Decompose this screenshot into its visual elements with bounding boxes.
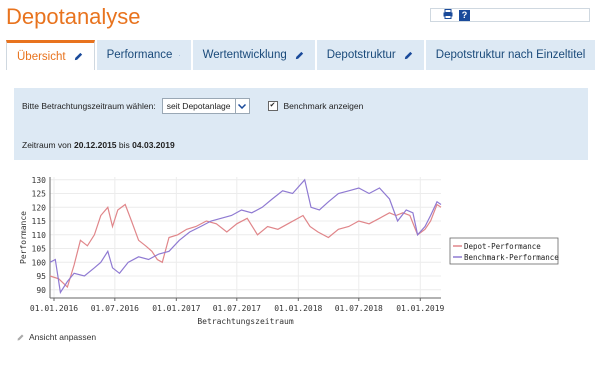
benchmark-label: Benchmark anzeigen [283, 101, 364, 111]
help-icon-glyph: ? [461, 10, 468, 20]
chevron-down-icon[interactable] [234, 99, 249, 113]
y-tick-label: 130 [32, 176, 47, 185]
filter-row: Bitte Betrachtungszeitraum wählen: seit … [22, 98, 363, 114]
y-tick-label: 115 [32, 217, 47, 226]
adjust-label: Ansicht anpassen [29, 332, 97, 342]
y-tick-label: 125 [32, 190, 47, 199]
x-tick-label: 01.01.2018 [274, 304, 322, 313]
y-axis-label: Performance [19, 211, 28, 264]
legend-label: Depot-Performance [464, 242, 541, 251]
y-tick-label: 110 [32, 231, 47, 240]
performance-chart: 90 95 100 105 110 115 120 125 130 01.01.2016 01.07… [19, 176, 559, 326]
printer-icon[interactable] [443, 6, 453, 24]
range-from: 20.12.2015 [73, 140, 117, 150]
range-to: 04.03.2019 [132, 140, 175, 150]
y-tick-label: 95 [36, 272, 46, 281]
pencil-icon[interactable] [294, 50, 305, 61]
tab-label: Depotstruktur [326, 49, 396, 61]
y-tick-label: 120 [32, 203, 47, 212]
x-tick-label: 01.07.2018 [335, 304, 383, 313]
tab-uebersicht[interactable]: Übersicht [6, 40, 95, 70]
range-mid: bis [118, 140, 130, 150]
tab-performance[interactable]: Performance [96, 40, 191, 70]
tab-depotstruktur-einzeltitel[interactable]: Depotstruktur nach Einzeltitel [425, 40, 596, 70]
tab-wertentwicklung[interactable]: Wertentwicklung [192, 40, 315, 70]
tab-depotstruktur[interactable]: Depotstruktur [316, 40, 424, 70]
y-tick-label: 100 [32, 258, 47, 267]
page-tools: ? [430, 8, 590, 22]
x-tick-label: 01.07.2017 [213, 304, 261, 313]
benchmark-checkbox[interactable]: ✔ [267, 101, 278, 111]
pencil-icon[interactable] [403, 50, 414, 61]
period-range: Zeitraum von 20.12.2015 bis 04.03.2019 [22, 140, 175, 150]
period-select[interactable]: seit Depotanlage [161, 98, 250, 114]
period-select-value: seit Depotanlage [166, 101, 231, 111]
tab-label: Performance [106, 49, 173, 61]
y-tick-label: 90 [36, 286, 46, 295]
x-tick-label: 01.01.2019 [396, 304, 444, 313]
filter-panel: Bitte Betrachtungszeitraum wählen: seit … [14, 88, 588, 160]
pencil-icon [17, 334, 24, 340]
y-tick-label: 105 [32, 245, 47, 254]
period-label: Bitte Betrachtungszeitraum wählen: [22, 101, 156, 111]
x-tick-label: 01.01.2017 [152, 304, 200, 313]
range-prefix: Zeitraum von [22, 140, 72, 150]
adjust-view-link[interactable]: Ansicht anpassen [16, 332, 96, 342]
x-tick-label: 01.01.2016 [30, 304, 78, 313]
legend-label: Benchmark-Performance [464, 253, 559, 262]
x-tick-label: 01.07.2016 [91, 304, 139, 313]
help-icon[interactable]: ? [459, 9, 470, 21]
tab-bar: Übersicht Performance Wertentwicklung De… [6, 40, 597, 70]
depot-performance-line [49, 203, 442, 289]
tab-label: Depotstruktur nach Einzeltitel [435, 49, 586, 61]
x-axis-label: Betrachtungszeitraum [197, 317, 294, 326]
tab-label: Wertentwicklung [202, 49, 287, 61]
tab-label: Übersicht [17, 50, 66, 63]
pencil-icon[interactable] [179, 50, 181, 61]
page-title: Depotanalyse [6, 4, 141, 29]
pencil-icon[interactable] [73, 51, 84, 62]
